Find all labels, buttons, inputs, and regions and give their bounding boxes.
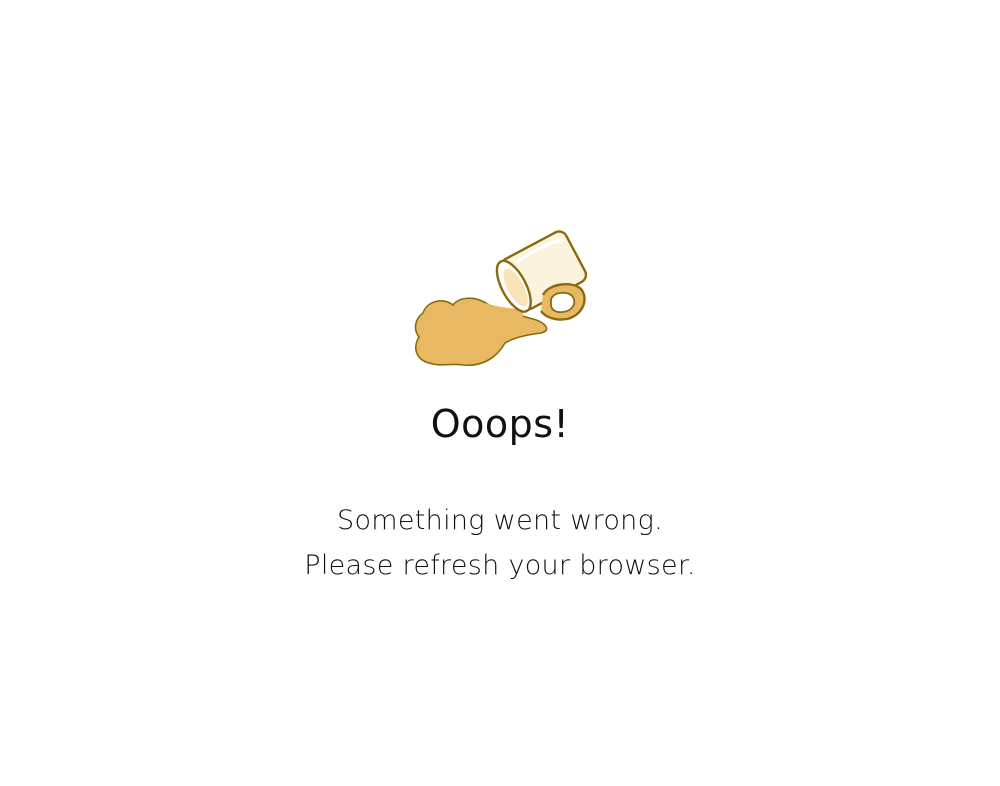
error-page: Ooops! Something went wrong. Please refr… xyxy=(0,0,1000,786)
error-title: Ooops! xyxy=(430,402,570,446)
error-message: Something went wrong. Please refresh you… xyxy=(0,498,1000,588)
error-message-line-2: Please refresh your browser. xyxy=(304,550,696,581)
spilled-coffee-cup-icon xyxy=(405,225,595,375)
error-message-line-1: Something went wrong. xyxy=(337,505,663,536)
